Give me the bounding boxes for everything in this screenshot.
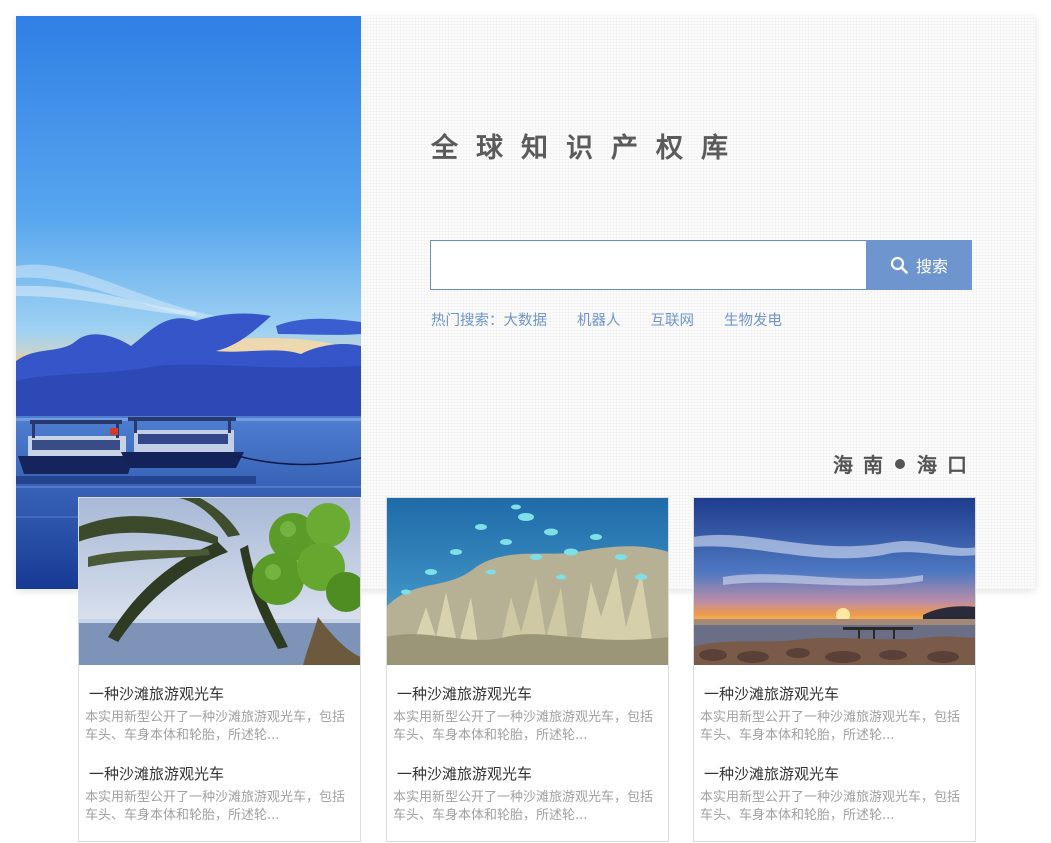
location-province: 海南 — [833, 453, 893, 477]
item-title[interactable]: 一种沙滩旅游观光车 — [397, 763, 532, 784]
location-label: 海南 海口 — [833, 449, 977, 478]
search-button-label: 搜索 — [915, 257, 948, 276]
item-description: 本实用新型公开了一种沙滩旅游观光车，包括车头、车身本体和轮胎，所述轮... — [393, 790, 654, 823]
search-button[interactable]: 搜索 — [866, 240, 972, 290]
item-title[interactable]: 一种沙滩旅游观光车 — [397, 683, 532, 704]
item-description: 本实用新型公开了一种沙滩旅游观光车，包括车头、车身本体和轮胎，所述轮... — [700, 710, 961, 743]
search-bar: 搜索 — [430, 240, 972, 290]
hot-search-term[interactable]: 生物发电 — [724, 313, 782, 329]
location-city: 海口 — [917, 453, 977, 477]
coconut-palm-beach-photo — [79, 498, 360, 665]
search-input[interactable] — [430, 240, 866, 290]
item-title[interactable]: 一种沙滩旅游观光车 — [704, 763, 839, 784]
page-title: 全球知识产权库 — [431, 133, 746, 164]
search-icon — [890, 256, 908, 274]
sunset-rocky-shore-photo — [694, 498, 975, 665]
item-description: 本实用新型公开了一种沙滩旅游观光车，包括车头、车身本体和轮胎，所述轮... — [700, 790, 961, 823]
item-title[interactable]: 一种沙滩旅游观光车 — [704, 683, 839, 704]
item-description: 本实用新型公开了一种沙滩旅游观光车，包括车头、车身本体和轮胎，所述轮... — [85, 790, 346, 823]
hot-search-term[interactable]: 大数据 — [504, 313, 548, 329]
dot-separator — [895, 458, 905, 469]
hot-search-term[interactable]: 机器人 — [577, 313, 621, 329]
item-description: 本实用新型公开了一种沙滩旅游观光车，包括车头、车身本体和轮胎，所述轮... — [85, 710, 346, 743]
patent-card[interactable]: 一种沙滩旅游观光车 本实用新型公开了一种沙滩旅游观光车，包括车头、车身本体和轮胎… — [386, 497, 669, 842]
item-title[interactable]: 一种沙滩旅游观光车 — [89, 683, 224, 704]
hot-search-term[interactable]: 互联网 — [651, 313, 695, 329]
item-title[interactable]: 一种沙滩旅游观光车 — [89, 763, 224, 784]
patent-card[interactable]: 一种沙滩旅游观光车 本实用新型公开了一种沙滩旅游观光车，包括车头、车身本体和轮胎… — [693, 497, 976, 842]
hot-searches: 热门搜索：大数据 机器人 互联网 生物发电 — [431, 309, 782, 330]
page: 全球知识产权库 搜索 热门搜索：大数据 机器人 互联网 生物发电 海南 海口 一… — [0, 0, 1051, 843]
item-description: 本实用新型公开了一种沙滩旅游观光车，包括车头、车身本体和轮胎，所述轮... — [393, 710, 654, 743]
patent-card[interactable]: 一种沙滩旅游观光车 本实用新型公开了一种沙滩旅游观光车，包括车头、车身本体和轮胎… — [78, 497, 361, 842]
coral-reef-fish-photo — [387, 498, 668, 665]
hot-search-label: 热门搜索： — [431, 313, 504, 329]
